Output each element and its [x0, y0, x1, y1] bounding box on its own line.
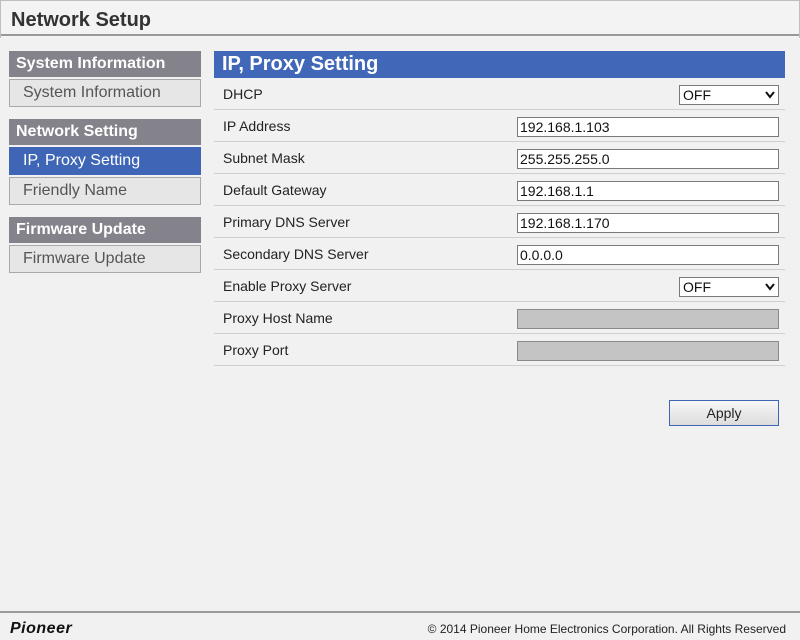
subnet-mask-label: Subnet Mask: [223, 150, 305, 166]
ip-address-row: IP Address: [214, 110, 785, 142]
enable-proxy-select[interactable]: OFF: [679, 277, 779, 297]
panel-title: IP, Proxy Setting: [214, 51, 785, 78]
dhcp-selected-value: OFF: [683, 87, 711, 103]
dhcp-label: DHCP: [223, 86, 263, 102]
header-bar: Network Setup: [0, 0, 800, 38]
ip-address-label: IP Address: [223, 118, 291, 134]
sidebar-item-firmware-update[interactable]: Firmware Update: [9, 245, 201, 273]
sidebar-item-friendly-name[interactable]: Friendly Name: [9, 177, 201, 205]
chevron-down-icon: [765, 283, 775, 291]
header-divider: [1, 34, 799, 36]
enable-proxy-selected-value: OFF: [683, 279, 711, 295]
sidebar-item-system-information[interactable]: System Information: [9, 79, 201, 107]
enable-proxy-label: Enable Proxy Server: [223, 278, 352, 294]
footer-divider: [0, 611, 800, 613]
secondary-dns-label: Secondary DNS Server: [223, 246, 369, 262]
default-gateway-input[interactable]: [517, 181, 779, 201]
subnet-mask-input[interactable]: [517, 149, 779, 169]
sidebar: System Information System Information Ne…: [9, 51, 201, 285]
proxy-host-input: [517, 309, 779, 329]
default-gateway-row: Default Gateway: [214, 174, 785, 206]
primary-dns-input[interactable]: [517, 213, 779, 233]
proxy-port-row: Proxy Port: [214, 334, 785, 366]
enable-proxy-row: Enable Proxy Server OFF: [214, 270, 785, 302]
sidebar-group-network-setting: Network Setting IP, Proxy Setting Friend…: [9, 119, 201, 205]
primary-dns-label: Primary DNS Server: [223, 214, 350, 230]
ip-address-input[interactable]: [517, 117, 779, 137]
sidebar-heading-firmware-update: Firmware Update: [9, 217, 201, 243]
dhcp-select[interactable]: OFF: [679, 85, 779, 105]
proxy-host-label: Proxy Host Name: [223, 310, 333, 326]
sidebar-heading-network-setting: Network Setting: [9, 119, 201, 145]
settings-panel: IP, Proxy Setting DHCP OFF IP Address Su…: [214, 51, 785, 426]
default-gateway-label: Default Gateway: [223, 182, 327, 198]
subnet-mask-row: Subnet Mask: [214, 142, 785, 174]
pioneer-logo: Pioneer: [10, 620, 73, 637]
sidebar-heading-system-information: System Information: [9, 51, 201, 77]
dhcp-row: DHCP OFF: [214, 78, 785, 110]
secondary-dns-input[interactable]: [517, 245, 779, 265]
page-title: Network Setup: [11, 9, 152, 31]
copyright-text: © 2014 Pioneer Home Electronics Corporat…: [427, 622, 786, 636]
proxy-host-row: Proxy Host Name: [214, 302, 785, 334]
proxy-port-label: Proxy Port: [223, 342, 289, 358]
chevron-down-icon: [765, 91, 775, 99]
primary-dns-row: Primary DNS Server: [214, 206, 785, 238]
secondary-dns-row: Secondary DNS Server: [214, 238, 785, 270]
apply-button[interactable]: Apply: [669, 400, 779, 426]
sidebar-group-system-information: System Information System Information: [9, 51, 201, 107]
sidebar-item-ip-proxy-setting[interactable]: IP, Proxy Setting: [9, 147, 201, 175]
sidebar-group-firmware-update: Firmware Update Firmware Update: [9, 217, 201, 273]
proxy-port-input: [517, 341, 779, 361]
